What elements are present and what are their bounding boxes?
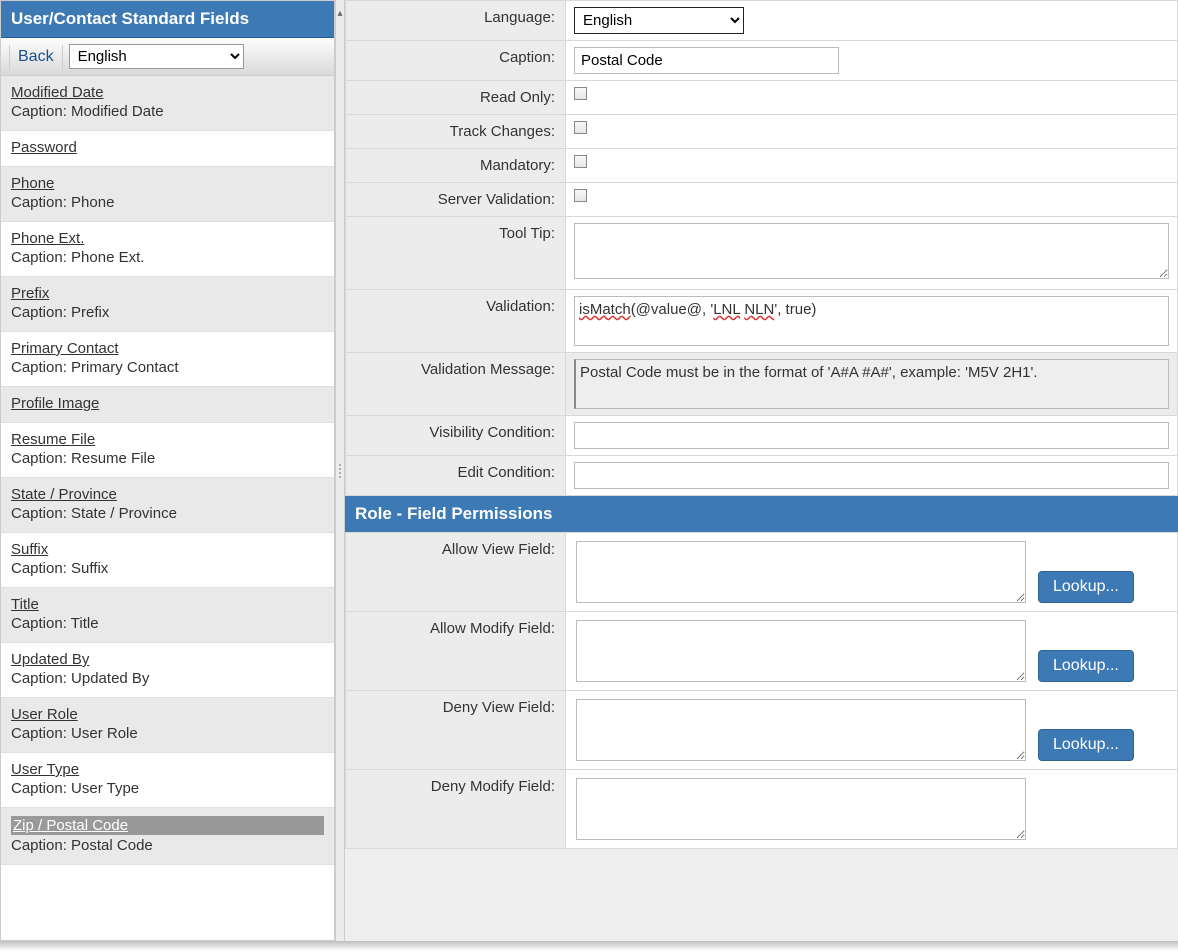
- sidebar-item-caption: Caption: User Role: [11, 725, 324, 742]
- splitter-grip-icon: [337, 456, 343, 486]
- main-panel: Language: English Caption: Read Only: Tr…: [345, 0, 1178, 941]
- permission-value-box[interactable]: [576, 699, 1026, 761]
- label-visibility-condition: Visibility Condition:: [346, 416, 566, 456]
- sidebar-item-name: Phone Ext.: [11, 230, 324, 247]
- sidebar-item-name: Title: [11, 596, 324, 613]
- sidebar-item-name: Suffix: [11, 541, 324, 558]
- visibility-condition-input[interactable]: [574, 422, 1169, 449]
- sidebar-item[interactable]: Password: [1, 131, 334, 167]
- sidebar-item-name: Modified Date: [11, 84, 324, 101]
- label-language: Language:: [346, 1, 566, 41]
- track-changes-checkbox[interactable]: [574, 121, 587, 134]
- label-caption: Caption:: [346, 41, 566, 81]
- server-validation-checkbox[interactable]: [574, 189, 587, 202]
- permission-label: Allow Modify Field:: [346, 612, 566, 691]
- label-mandatory: Mandatory:: [346, 149, 566, 183]
- sidebar-item-name: Phone: [11, 175, 324, 192]
- sidebar-list[interactable]: Modified Date Caption: Modified Date Passw…: [1, 76, 334, 940]
- edit-condition-input[interactable]: [574, 462, 1169, 489]
- sidebar-item[interactable]: Suffix Caption: Suffix: [1, 533, 334, 588]
- label-readonly: Read Only:: [346, 81, 566, 115]
- permission-value-box[interactable]: [576, 620, 1026, 682]
- sidebar-item-name: Resume File: [11, 431, 324, 448]
- sidebar-item-caption: Caption: Postal Code: [11, 837, 324, 854]
- sidebar-item[interactable]: State / Province Caption: State / Provinc…: [1, 478, 334, 533]
- splitter[interactable]: ▴: [335, 0, 345, 941]
- sidebar-item-name: State / Province: [11, 486, 324, 503]
- permissions-table: Allow View Field: Lookup... Allow Modify F…: [345, 532, 1178, 849]
- back-button[interactable]: Back: [9, 45, 63, 69]
- sidebar-item-name: Zip / Postal Code: [11, 816, 324, 835]
- sidebar-item-name: User Type: [11, 761, 324, 778]
- sidebar-item[interactable]: User Role Caption: User Role: [1, 698, 334, 753]
- sidebar-item-caption: Caption: Title: [11, 615, 324, 632]
- lookup-button[interactable]: Lookup...: [1038, 571, 1134, 603]
- validation-textarea[interactable]: isMatch(@value@, 'LNL NLN', true): [574, 296, 1169, 346]
- sidebar-item-name: User Role: [11, 706, 324, 723]
- sidebar: User/Contact Standard Fields Back Englis…: [0, 0, 335, 941]
- sidebar-item-caption: Caption: User Type: [11, 780, 324, 797]
- sidebar-item[interactable]: Prefix Caption: Prefix: [1, 277, 334, 332]
- permission-label: Deny Modify Field:: [346, 770, 566, 849]
- sidebar-item-caption: Caption: Phone: [11, 194, 324, 211]
- sidebar-item[interactable]: Resume File Caption: Resume File: [1, 423, 334, 478]
- chevron-up-icon: ▴: [337, 8, 342, 19]
- sidebar-item[interactable]: Phone Caption: Phone: [1, 167, 334, 222]
- lookup-button[interactable]: Lookup...: [1038, 729, 1134, 761]
- sidebar-item-name: Profile Image: [11, 395, 324, 412]
- permission-label: Deny View Field:: [346, 691, 566, 770]
- language-select[interactable]: English: [574, 7, 744, 34]
- label-edit-condition: Edit Condition:: [346, 456, 566, 496]
- sidebar-item-name: Prefix: [11, 285, 324, 302]
- sidebar-item-caption: Caption: Primary Contact: [11, 359, 324, 376]
- label-server-validation: Server Validation:: [346, 183, 566, 217]
- sidebar-item-name: Updated By: [11, 651, 324, 668]
- sidebar-item[interactable]: Modified Date Caption: Modified Date: [1, 76, 334, 131]
- caption-input[interactable]: [574, 47, 839, 74]
- lookup-button[interactable]: Lookup...: [1038, 650, 1134, 682]
- sidebar-toolbar: Back English: [1, 38, 334, 76]
- label-tooltip: Tool Tip:: [346, 217, 566, 290]
- sidebar-item-name: Password: [11, 139, 324, 156]
- sidebar-language-select[interactable]: English: [69, 44, 244, 69]
- sidebar-item-caption: Caption: Modified Date: [11, 103, 324, 120]
- sidebar-item[interactable]: Updated By Caption: Updated By: [1, 643, 334, 698]
- validation-message-textarea[interactable]: Postal Code must be in the format of 'A#…: [574, 359, 1169, 409]
- permission-value-box[interactable]: [576, 541, 1026, 603]
- readonly-checkbox[interactable]: [574, 87, 587, 100]
- sidebar-title: User/Contact Standard Fields: [1, 1, 334, 38]
- app-container: User/Contact Standard Fields Back Englis…: [0, 0, 1178, 941]
- sidebar-item[interactable]: User Type Caption: User Type: [1, 753, 334, 808]
- sidebar-item-caption: Caption: Updated By: [11, 670, 324, 687]
- sidebar-item[interactable]: Profile Image: [1, 387, 334, 423]
- sidebar-item-caption: Caption: Resume File: [11, 450, 324, 467]
- sidebar-item-caption: Caption: Suffix: [11, 560, 324, 577]
- permission-value-box[interactable]: [576, 778, 1026, 840]
- label-validation: Validation:: [346, 290, 566, 353]
- sidebar-item-caption: Caption: Phone Ext.: [11, 249, 324, 266]
- tooltip-textarea[interactable]: [574, 223, 1169, 279]
- field-properties-form: Language: English Caption: Read Only: Tr…: [345, 0, 1178, 496]
- label-validation-message: Validation Message:: [346, 353, 566, 416]
- sidebar-item[interactable]: Phone Ext. Caption: Phone Ext.: [1, 222, 334, 277]
- sidebar-item-caption: Caption: Prefix: [11, 304, 324, 321]
- label-track-changes: Track Changes:: [346, 115, 566, 149]
- sidebar-item-name: Primary Contact: [11, 340, 324, 357]
- permissions-section-header: Role - Field Permissions: [345, 496, 1178, 532]
- sidebar-item[interactable]: Title Caption: Title: [1, 588, 334, 643]
- mandatory-checkbox[interactable]: [574, 155, 587, 168]
- permission-label: Allow View Field:: [346, 533, 566, 612]
- sidebar-item[interactable]: Zip / Postal Code Caption: Postal Code: [1, 808, 334, 865]
- sidebar-item[interactable]: Primary Contact Caption: Primary Contact: [1, 332, 334, 387]
- sidebar-item-caption: Caption: State / Province: [11, 505, 324, 522]
